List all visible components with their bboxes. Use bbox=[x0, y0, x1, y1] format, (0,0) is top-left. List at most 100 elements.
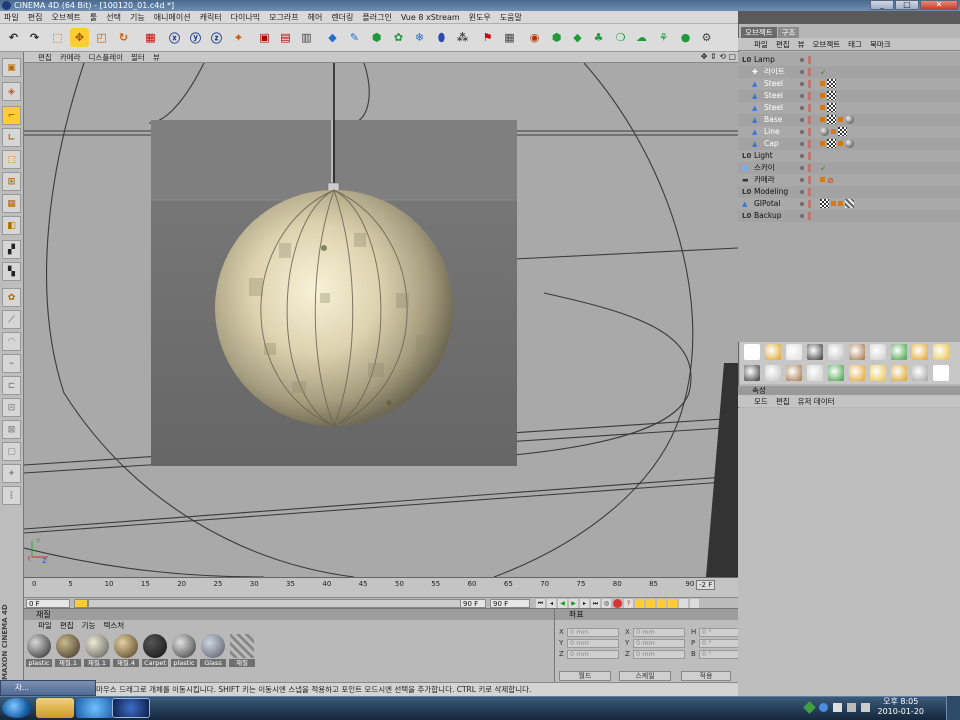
menu-help[interactable]: 도움말 bbox=[500, 12, 522, 23]
visibility-dot[interactable] bbox=[800, 106, 804, 110]
tray-flag-icon[interactable] bbox=[833, 703, 842, 712]
maximize-view-icon[interactable]: ▢ bbox=[728, 52, 736, 61]
menu-plugins[interactable]: 플러그인 bbox=[362, 12, 391, 23]
visibility-dot[interactable] bbox=[800, 154, 804, 158]
object-name[interactable]: Steel bbox=[764, 90, 783, 102]
scene-object-icon[interactable]: ⬮ bbox=[432, 28, 451, 47]
material-swatch[interactable]: plastic bbox=[171, 633, 197, 667]
object-name[interactable]: Cap bbox=[764, 138, 779, 150]
object-tree-row[interactable]: L0 Backup bbox=[738, 210, 960, 222]
tab-structure[interactable]: 구조 bbox=[777, 27, 800, 38]
workplane-icon[interactable]: ▚ bbox=[2, 262, 21, 281]
ie-taskbar-icon[interactable] bbox=[76, 698, 114, 718]
next-key-icon[interactable]: ▸ bbox=[580, 599, 589, 608]
tray-volume-icon[interactable] bbox=[861, 703, 870, 712]
render-toggle[interactable] bbox=[808, 56, 811, 64]
close-button[interactable]: ✕ bbox=[920, 0, 958, 10]
x-axis-lock-icon[interactable]: ⓧ bbox=[165, 28, 184, 47]
attr-menu-userdata[interactable]: 유저 데이터 bbox=[798, 396, 835, 407]
object-tree-row[interactable]: ▲ Base bbox=[738, 114, 960, 126]
menu-file[interactable]: 파일 bbox=[4, 12, 19, 23]
render-toggle[interactable] bbox=[808, 164, 811, 172]
key-scale-icon[interactable] bbox=[646, 599, 655, 608]
menu-functions[interactable]: 기능 bbox=[130, 12, 145, 23]
object-name[interactable]: GIPotal bbox=[754, 198, 781, 210]
rotate-view-icon[interactable]: ⟲ bbox=[719, 52, 726, 61]
play-icon[interactable]: ▶ bbox=[569, 599, 578, 608]
subdivision-surface-icon[interactable]: ⬢ bbox=[367, 28, 386, 47]
visibility-dot[interactable] bbox=[800, 214, 804, 218]
show-desktop-button[interactable] bbox=[946, 696, 960, 720]
sky-sun-icon[interactable] bbox=[849, 365, 865, 381]
menu-character[interactable]: 캐릭터 bbox=[200, 12, 222, 23]
visibility-dot[interactable] bbox=[800, 178, 804, 182]
render-toggle[interactable] bbox=[808, 104, 811, 112]
extrude-icon[interactable]: ⊡ bbox=[2, 398, 21, 417]
scale-tool-icon[interactable]: ◰ bbox=[92, 28, 111, 47]
objmenu-edit[interactable]: 편집 bbox=[776, 39, 790, 50]
terrain-icon[interactable] bbox=[786, 365, 802, 381]
mountain-icon[interactable] bbox=[765, 365, 781, 381]
material-swatch[interactable]: 재질.4 bbox=[113, 633, 139, 667]
render-toggle[interactable] bbox=[808, 176, 811, 184]
texture-tag-icon[interactable] bbox=[827, 139, 836, 148]
axis-mode-icon[interactable]: ◧ bbox=[2, 216, 21, 235]
objmenu-view[interactable]: 뷰 bbox=[798, 39, 805, 50]
object-name[interactable]: Base bbox=[764, 114, 782, 126]
visibility-dot[interactable] bbox=[800, 118, 804, 122]
cloud-sun-icon[interactable] bbox=[870, 365, 886, 381]
taskbar-clock[interactable]: 오후 8:05 2010-01-20 bbox=[878, 697, 925, 717]
tray-app-icon[interactable] bbox=[803, 701, 816, 714]
phong-tag-icon[interactable] bbox=[820, 105, 825, 110]
polygons-mode-icon[interactable]: ▦ bbox=[2, 194, 21, 213]
edges-mode-icon[interactable]: ⊞ bbox=[2, 172, 21, 191]
phong-tag-icon[interactable] bbox=[820, 177, 825, 182]
bridge-icon[interactable]: ⊏ bbox=[2, 376, 21, 395]
menu-tools[interactable]: 툴 bbox=[90, 12, 97, 23]
magnet-icon[interactable]: ◠ bbox=[2, 332, 21, 351]
render-view-icon[interactable]: ▣ bbox=[255, 28, 274, 47]
vue-settings-icon[interactable]: ⚙ bbox=[697, 28, 716, 47]
z-axis-lock-icon[interactable]: ⓩ bbox=[207, 28, 226, 47]
menu-animation[interactable]: 애니메이션 bbox=[154, 12, 191, 23]
vue-terrain-icon[interactable]: ◆ bbox=[568, 28, 587, 47]
move-tool-icon[interactable]: ✥ bbox=[70, 28, 89, 47]
box-icon[interactable] bbox=[807, 365, 823, 381]
attr-menu-edit[interactable]: 편집 bbox=[776, 396, 790, 407]
visibility-dot[interactable] bbox=[800, 202, 804, 206]
camera-icon[interactable]: ⚑ bbox=[478, 28, 497, 47]
coord-mode-dropdown[interactable]: 월드 bbox=[559, 671, 611, 681]
texture-tag-icon[interactable] bbox=[827, 79, 836, 88]
texture-tag-icon[interactable] bbox=[827, 103, 836, 112]
coord-value-field[interactable]: 0 mm bbox=[633, 638, 685, 648]
terrain-icon[interactable] bbox=[849, 344, 865, 360]
viewport-menu-view[interactable]: 뷰 bbox=[153, 52, 160, 63]
object-tree-row[interactable]: ▲ Steel bbox=[738, 78, 960, 90]
viewport-menu-camera[interactable]: 카메라 bbox=[60, 52, 81, 63]
object-tree-row[interactable]: ● 스카이 ✓ bbox=[738, 162, 960, 174]
texture-mode-icon[interactable]: ∟ bbox=[2, 128, 21, 147]
coord-value-field[interactable]: 0 mm bbox=[633, 627, 685, 637]
material-tag-icon[interactable] bbox=[820, 127, 829, 136]
objmenu-tags[interactable]: 태그 bbox=[848, 39, 862, 50]
render-toggle[interactable] bbox=[808, 68, 811, 76]
visibility-dot[interactable] bbox=[800, 94, 804, 98]
render-toggle[interactable] bbox=[808, 80, 811, 88]
tray-help-icon[interactable] bbox=[819, 703, 828, 712]
recent-tools-icon[interactable]: ▦ bbox=[141, 28, 160, 47]
vue-plant-icon[interactable]: ♣ bbox=[589, 28, 608, 47]
particle-icon[interactable]: ⁂ bbox=[453, 28, 472, 47]
menu-dynamics[interactable]: 다이나믹 bbox=[231, 12, 260, 23]
objmenu-bookmarks[interactable]: 북마크 bbox=[870, 39, 891, 50]
mirror-icon[interactable]: ⋮ bbox=[2, 486, 21, 505]
object-tree-row[interactable]: ▲ GIPotal bbox=[738, 198, 960, 210]
visibility-dot[interactable] bbox=[800, 130, 804, 134]
object-name[interactable]: Modeling bbox=[754, 186, 788, 198]
key-rotation-icon[interactable] bbox=[657, 599, 666, 608]
vue-render-icon[interactable]: ◉ bbox=[525, 28, 544, 47]
brush-icon[interactable]: ✦ bbox=[2, 464, 21, 483]
vue-rock-icon[interactable]: ❍ bbox=[611, 28, 630, 47]
menu-objects[interactable]: 오브젝트 bbox=[51, 12, 80, 23]
object-name[interactable]: 라이트 bbox=[764, 66, 785, 78]
sky-sun-icon[interactable] bbox=[912, 344, 928, 360]
